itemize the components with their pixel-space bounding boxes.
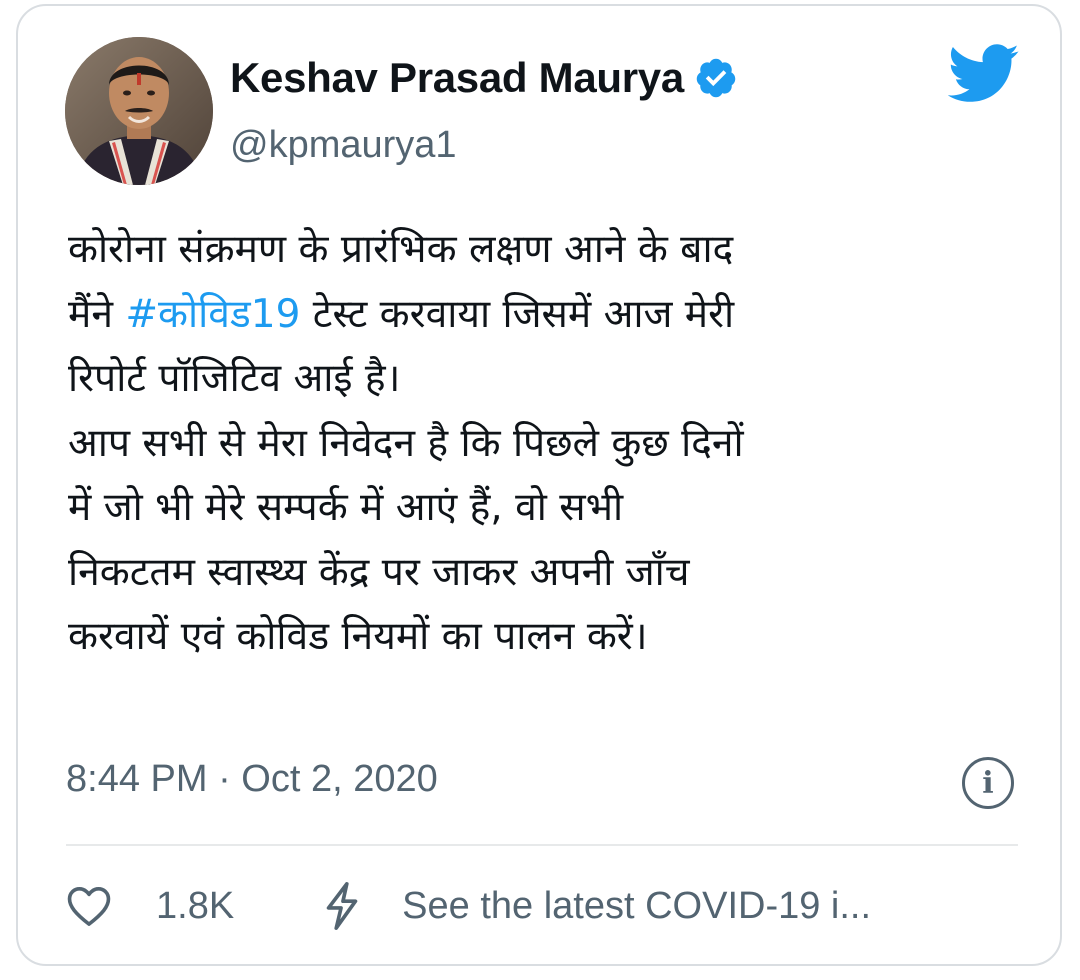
action-row: 1.8K See the latest COVID-19 i... xyxy=(66,874,871,938)
tweet-line: कोरोना संक्रमण के प्रारंभिक लक्षण आने के… xyxy=(68,218,1028,283)
covid-info-link[interactable]: See the latest COVID-19 i... xyxy=(322,881,871,931)
like-button[interactable]: 1.8K xyxy=(66,885,234,928)
covid-info-text: See the latest COVID-19 i... xyxy=(402,884,872,927)
tweet-card: Keshav Prasad Maurya @kpmaurya1 कोरोना स… xyxy=(16,4,1062,966)
tweet-text-segment: मैंने xyxy=(68,291,126,337)
like-count: 1.8K xyxy=(156,884,235,927)
tweet-text-segment: टेस्ट करवाया जिसमें आज मेरी xyxy=(300,291,735,337)
tweet-text-segment: आप सभी से मेरा निवेदन है कि पिछले कुछ दि… xyxy=(68,420,744,466)
tweet-line: में जो भी मेरे सम्पर्क में आएं हैं, वो स… xyxy=(68,476,1028,541)
verified-badge-icon xyxy=(696,58,736,98)
twitter-bird-icon[interactable] xyxy=(948,44,1020,104)
tweet-text-segment: रिपोर्ट पॉजिटिव आई है। xyxy=(68,356,401,401)
tweet-line: रिपोर्ट पॉजिटिव आई है। xyxy=(68,347,1028,412)
tweet-text-segment: में जो भी मेरे सम्पर्क में आएं हैं, वो स… xyxy=(68,485,624,530)
author-name[interactable]: Keshav Prasad Maurya xyxy=(230,54,738,102)
tweet-line: करवायें एवं कोविड नियमों का पालन करें। xyxy=(68,605,1028,670)
author-handle[interactable]: @kpmaurya1 xyxy=(230,124,457,167)
tweet-text-segment: कोरोना संक्रमण के प्रारंभिक लक्षण आने के… xyxy=(68,227,734,272)
tweet-line: निकटतम स्वास्थ्य केंद्र पर जाकर अपनी जाँ… xyxy=(68,541,1028,606)
tweet-line: आप सभी से मेरा निवेदन है कि पिछले कुछ दि… xyxy=(68,412,1028,477)
tweet-text-segment: निकटतम स्वास्थ्य केंद्र पर जाकर अपनी जाँ… xyxy=(68,549,690,595)
info-icon[interactable]: i xyxy=(962,757,1014,809)
tweet-line: मैंने #कोविड19 टेस्ट करवाया जिसमें आज मे… xyxy=(68,283,1028,348)
lightning-bolt-icon xyxy=(326,882,358,930)
divider xyxy=(66,844,1018,846)
author-name-text: Keshav Prasad Maurya xyxy=(230,54,684,101)
tweet-timestamp[interactable]: 8:44 PM · Oct 2, 2020 xyxy=(66,758,438,801)
tweet-text: कोरोना संक्रमण के प्रारंभिक लक्षण आने के… xyxy=(68,218,1028,670)
heart-icon xyxy=(67,887,111,926)
tweet-text-segment: करवायें एवं कोविड नियमों का पालन करें। xyxy=(68,614,648,659)
hashtag-link[interactable]: #कोविड19 xyxy=(125,292,300,337)
avatar[interactable] xyxy=(65,37,213,185)
avatar-photo xyxy=(65,37,213,185)
